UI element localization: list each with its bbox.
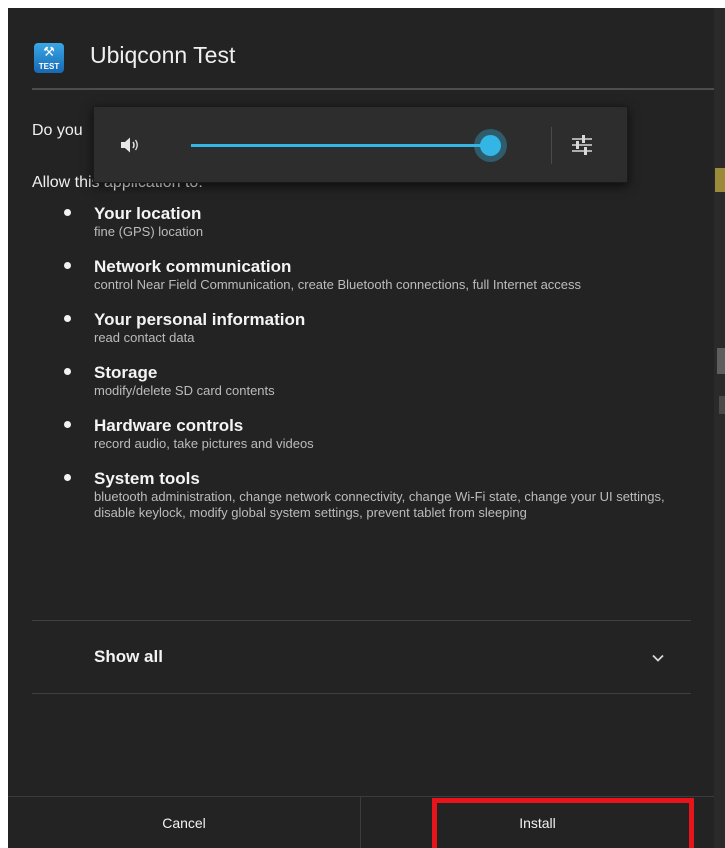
permission-title: Hardware controls: [94, 416, 244, 435]
cancel-button[interactable]: Cancel: [8, 797, 361, 848]
app-icon: ⚒ TEST: [34, 43, 64, 73]
bullet-icon: [64, 209, 71, 216]
volume-slider-thumb[interactable]: [474, 129, 507, 162]
permission-item: Hardware controls record audio, take pic…: [8, 416, 714, 452]
show-all-label: Show all: [94, 647, 163, 666]
install-button[interactable]: Install: [361, 797, 714, 848]
sound-settings-icon[interactable]: [571, 134, 593, 156]
dialog-title-bar: ⚒ TEST Ubiqconn Test: [8, 8, 714, 88]
background-app: [713, 8, 725, 848]
permission-list: Your location fine (GPS) location Networ…: [8, 204, 714, 538]
bullet-icon: [64, 368, 71, 375]
popup-separator: [551, 127, 552, 164]
permission-description: bluetooth administration, change network…: [94, 489, 665, 520]
permission-title: Your personal information: [94, 310, 306, 329]
chevron-down-icon: [652, 654, 664, 662]
dialog-button-bar: Cancel Install: [8, 796, 714, 848]
speaker-icon[interactable]: [120, 136, 140, 154]
bullet-icon: [64, 421, 71, 428]
permission-item: Storage modify/delete SD card contents: [8, 363, 714, 399]
permission-title: System tools: [94, 469, 200, 488]
background-element: [715, 168, 725, 192]
permission-item: Your personal information read contact d…: [8, 310, 714, 346]
permission-description: read contact data: [94, 330, 195, 345]
permission-description: control Near Field Communication, create…: [94, 277, 582, 292]
background-element: [719, 396, 725, 414]
show-all-button[interactable]: Show all: [8, 621, 714, 693]
tools-icon: ⚒: [43, 44, 55, 59]
volume-slider-thumb-core: [480, 135, 501, 156]
permission-title: Storage: [94, 363, 158, 382]
title-divider: [32, 88, 714, 90]
app-icon-label: TEST: [38, 62, 60, 71]
background-element: [717, 348, 725, 374]
permission-description: fine (GPS) location: [94, 224, 204, 239]
permission-description: record audio, take pictures and videos: [94, 436, 314, 451]
bullet-icon: [64, 315, 71, 322]
bullet-icon: [64, 474, 71, 481]
permission-title: Your location: [94, 204, 202, 223]
install-question: Do you: [32, 122, 83, 139]
permission-item: Network communication control Near Field…: [8, 257, 714, 293]
volume-slider-track[interactable]: [191, 144, 491, 147]
bullet-icon: [64, 262, 71, 269]
permission-description: modify/delete SD card contents: [94, 383, 275, 398]
list-divider: [32, 693, 691, 694]
volume-popup: [93, 106, 628, 183]
permission-title: Network communication: [94, 257, 292, 276]
screen: ⚒ TEST Ubiqconn Test Do you Allow this a…: [0, 0, 725, 848]
permission-item: Your location fine (GPS) location: [8, 204, 714, 240]
permission-item: System tools bluetooth administration, c…: [8, 469, 714, 521]
app-title: Ubiqconn Test: [90, 42, 236, 68]
